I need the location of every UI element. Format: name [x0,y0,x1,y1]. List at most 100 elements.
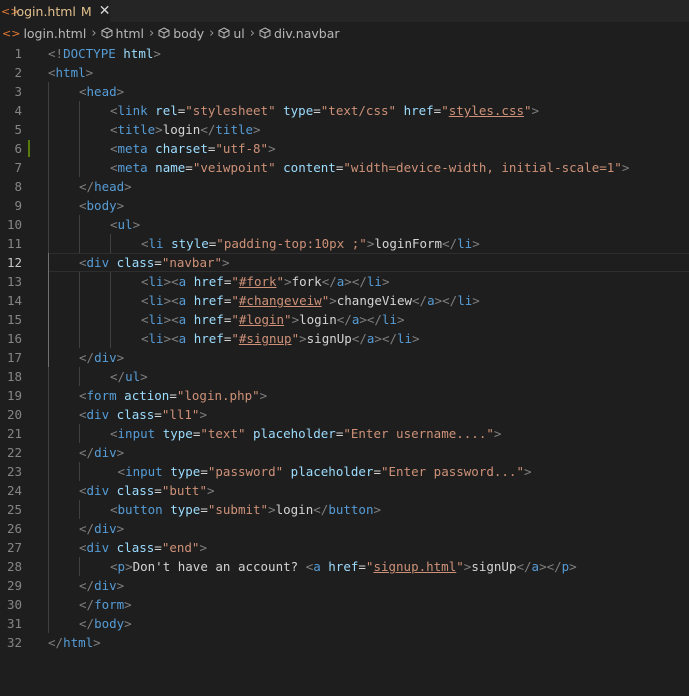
code-token: #login [238,312,285,327]
code-line[interactable]: 2 <html> [0,63,689,82]
indent-guide [48,348,49,367]
code-token: ></ [359,312,382,327]
indent-guide [79,291,80,310]
code-token: </ [79,578,95,593]
code-token: <! [48,46,64,61]
code-line[interactable]: 9 <body> [0,196,689,215]
code-text: <input type="password" placeholder="Ente… [110,462,532,481]
code-line[interactable]: 11 <li style="padding-top:10px ;">loginFo… [0,234,689,253]
line-number: 6 [14,141,22,156]
code-line[interactable]: 17 </div> [0,348,689,367]
code-token: > [396,312,405,327]
code-line[interactable]: 13 <li><a href="#fork">fork</a></li> [0,272,689,291]
code-line[interactable]: 7 <meta name="veiwpoint" content="width=d… [0,158,689,177]
line-number: 10 [6,217,22,232]
code-line[interactable]: 5 <title>login</title> [0,120,689,139]
cube-icon [101,27,113,39]
code-line[interactable]: 31 </body> [0,614,689,633]
code-token: > [124,179,132,194]
code-line[interactable]: 27 <div class="end"> [0,538,689,557]
code-token: > [116,578,125,593]
line-number: 13 [6,274,22,289]
code-line[interactable]: 24 <div class="butt"> [0,481,689,500]
code-token: </ [412,293,428,308]
code-editor[interactable]: 1 <!DOCTYPE html> 2 <html> 3 <head> 4 <link rel… [0,44,689,652]
code-line[interactable]: 21 <input type="text" placeholder="Enter … [0,424,689,443]
code-token: " [291,331,300,346]
code-line[interactable]: 20 <div class="ll1"> [0,405,689,424]
code-token: > [381,274,390,289]
indent-guide [48,386,49,405]
code-line[interactable]: 25 <button type="submit">login</button> [0,500,689,519]
code-token: li [148,312,164,327]
line-number: 12 [6,255,22,270]
breadcrumb-item[interactable]: div.navbar [274,26,340,41]
code-token: > [472,293,480,308]
code-line[interactable]: 4 <link rel="stylesheet" type="text/css" … [0,101,689,120]
indent-guide [48,595,49,614]
indent-guide [48,234,49,253]
code-token: > [291,312,300,327]
close-icon[interactable]: ✕ [99,3,111,19]
breadcrumb-item[interactable]: html [116,26,144,41]
code-token: " [231,312,239,327]
code-token: href [193,293,224,308]
code-line[interactable]: 32 </html> [0,633,689,652]
code-line[interactable]: 16 <li><a href="#signup">signUp</a></li> [0,329,689,348]
code-token: type [170,502,201,517]
html-file-icon: <> [1,4,20,18]
code-line[interactable]: 15 <li><a href="#login">login</a></li> [0,310,689,329]
code-token: form [94,597,125,612]
indent-guide [48,196,49,215]
code-token: = [200,502,208,517]
code-line[interactable]: 19 <form action="login.php"> [0,386,689,405]
code-token: div [94,445,117,460]
breadcrumb-item[interactable]: login.html [23,26,86,41]
code-line[interactable]: 8 </head> [0,177,689,196]
code-line[interactable]: 12 <div class="navbar"> [0,253,689,272]
code-token: </ [79,350,95,365]
code-line[interactable]: 28 <p>Don't have an account? <a href="sig… [0,557,689,576]
code-token: </ [336,312,352,327]
breadcrumb-item[interactable]: ul [233,26,244,41]
code-line[interactable]: 1 <!DOCTYPE html> [0,44,689,63]
code-line[interactable]: 30 </form> [0,595,689,614]
code-token: changeView [336,293,413,308]
code-token: type [170,464,201,479]
code-line[interactable]: 29 </div> [0,576,689,595]
breadcrumb-item[interactable]: body [173,26,204,41]
code-token: > [284,274,292,289]
code-token: < [110,103,118,118]
code-text: <title>login</title> [110,120,261,139]
code-line[interactable]: 14 <li><a href="#changeveiw">changeView</… [0,291,689,310]
line-number: 20 [6,407,22,422]
code-line[interactable]: 18 </ul> [0,367,689,386]
code-token: div [86,540,110,555]
code-token: href [193,312,224,327]
code-token: > [206,483,215,498]
code-text: <meta charset="utf-8"> [110,139,276,158]
code-text: <link rel="stylesheet" type="text/css" h… [110,101,539,120]
code-token: < [110,160,118,175]
code-token: > [153,46,161,61]
code-token: > [268,141,276,156]
code-line[interactable]: 23 <input type="password" placeholder="E… [0,462,689,481]
code-text: </div> [79,443,124,462]
chevron-right-icon: › [209,25,215,41]
code-token: div [94,350,117,365]
tab-filename: login.html [13,3,76,19]
code-token: </ [516,559,532,574]
code-line[interactable]: 6 <meta charset="utf-8"> [0,139,689,158]
code-line[interactable]: 26 </div> [0,519,689,538]
code-line[interactable]: 22 </div> [0,443,689,462]
code-line[interactable]: 10 <ul> [0,215,689,234]
indent-guide [48,139,49,158]
code-text: </ul> [110,367,148,386]
code-line[interactable]: 3 <head> [0,82,689,101]
indent-guide [79,272,80,291]
editor-tab[interactable]: <> login.html M ✕ [0,0,110,22]
